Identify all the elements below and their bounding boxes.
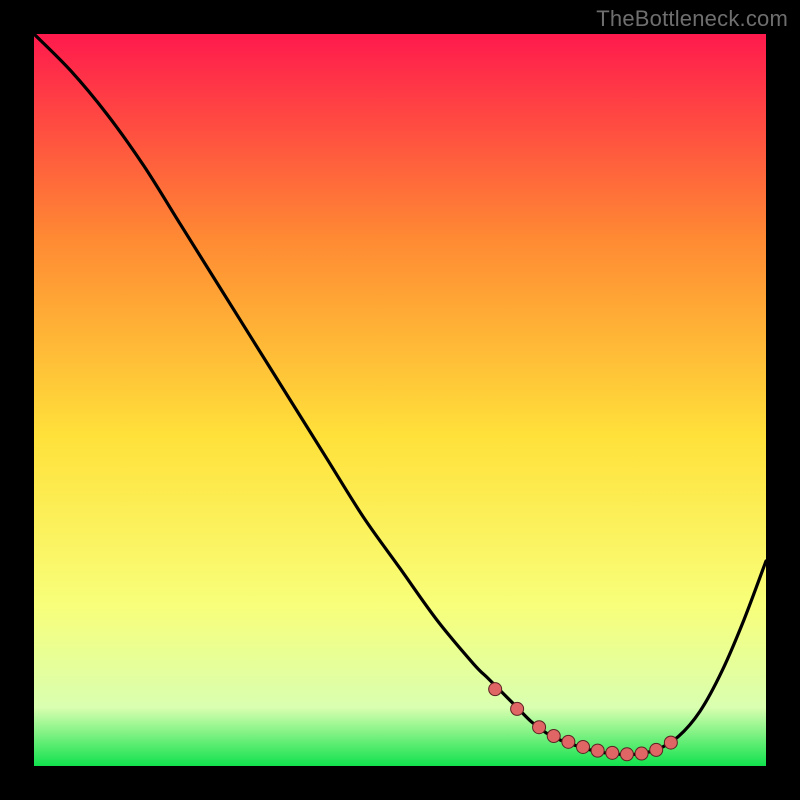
outer-frame: TheBottleneck.com [0, 0, 800, 800]
highlight-dot [547, 729, 560, 742]
chart-plot-area [34, 34, 766, 766]
highlight-dot [591, 744, 604, 757]
highlight-dot [664, 736, 677, 749]
gradient-background [34, 34, 766, 766]
highlight-dot [562, 735, 575, 748]
highlight-dot [606, 746, 619, 759]
highlight-dot [511, 702, 524, 715]
highlight-dot [635, 747, 648, 760]
highlight-dot [489, 683, 502, 696]
highlight-dot [577, 740, 590, 753]
watermark-text: TheBottleneck.com [596, 6, 788, 32]
bottleneck-chart [34, 34, 766, 766]
highlight-dot [620, 748, 633, 761]
highlight-dot [533, 721, 546, 734]
highlight-dot [650, 743, 663, 756]
